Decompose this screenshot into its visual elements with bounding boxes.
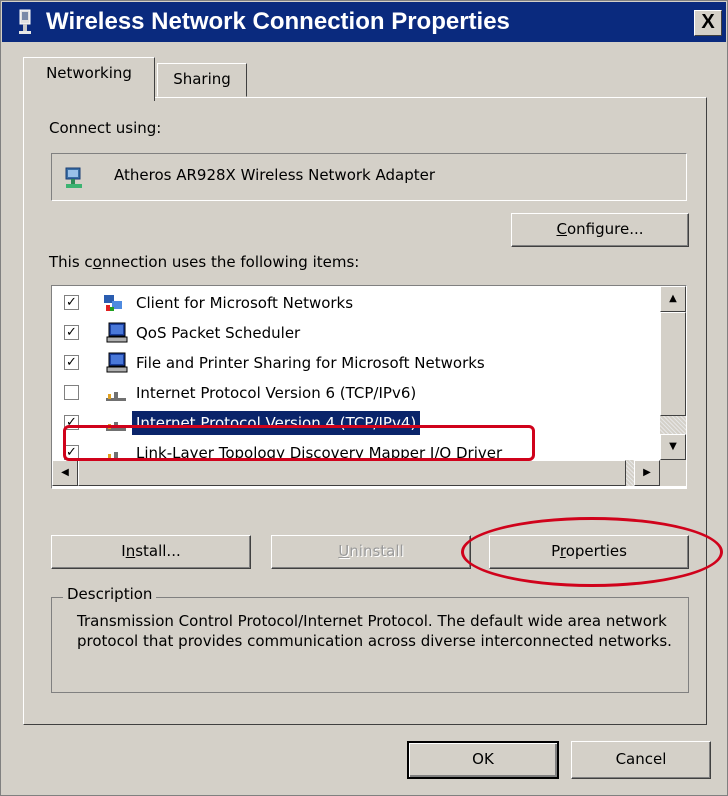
cancel-button[interactable]: Cancel bbox=[571, 741, 711, 779]
item-label: Internet Protocol Version 4 (TCP/IPv4) bbox=[132, 411, 421, 435]
scroll-corner bbox=[660, 460, 686, 486]
item-checkbox[interactable] bbox=[64, 385, 79, 400]
item-checkbox[interactable]: ✓ bbox=[64, 295, 79, 310]
arrow-left-icon: ◀ bbox=[61, 467, 69, 478]
scroll-up-button[interactable]: ▲ bbox=[660, 286, 686, 312]
close-icon: X bbox=[701, 11, 715, 33]
items-label: This connection uses the following items… bbox=[49, 253, 359, 271]
tab-sharing-label: Sharing bbox=[173, 70, 231, 88]
item-label: QoS Packet Scheduler bbox=[136, 324, 301, 342]
configure-accesskey: C bbox=[556, 220, 567, 238]
tab-networking-label: Networking bbox=[46, 64, 132, 82]
window-title: Wireless Network Connection Properties bbox=[46, 8, 510, 35]
list-item-selected[interactable]: ✓ Internet Protocol Version 4 (TCP/IPv4) bbox=[52, 408, 660, 438]
properties-dialog: Wireless Network Connection Properties X… bbox=[0, 0, 728, 796]
uninstall-accesskey: U bbox=[338, 542, 350, 560]
properties-label-post: operties bbox=[565, 542, 627, 560]
description-text: Transmission Control Protocol/Internet P… bbox=[77, 612, 672, 650]
network-adapter-icon bbox=[64, 166, 86, 194]
items-label-post: nnection uses the following items: bbox=[101, 253, 360, 271]
title-bar[interactable]: Wireless Network Connection Properties X bbox=[2, 2, 726, 42]
arrow-up-icon: ▲ bbox=[669, 293, 677, 304]
arrow-right-icon: ▶ bbox=[643, 467, 651, 478]
list-item[interactable]: ✓ QoS Packet Scheduler bbox=[52, 318, 660, 348]
properties-button[interactable]: Properties bbox=[489, 535, 689, 569]
hscroll-thumb[interactable] bbox=[78, 460, 626, 486]
item-checkbox[interactable]: ✓ bbox=[64, 445, 79, 460]
ok-button[interactable]: OK bbox=[407, 741, 559, 779]
scroll-left-button[interactable]: ◀ bbox=[52, 460, 78, 486]
vertical-scrollbar[interactable]: ▲ ▼ bbox=[660, 286, 686, 460]
install-button[interactable]: Install... bbox=[51, 535, 251, 569]
configure-button[interactable]: Configure... bbox=[511, 213, 689, 247]
item-checkbox[interactable]: ✓ bbox=[64, 325, 79, 340]
connect-using-label: Connect using: bbox=[49, 119, 162, 137]
cancel-label: Cancel bbox=[615, 750, 667, 768]
arrow-down-icon: ▼ bbox=[669, 441, 677, 452]
item-checkbox[interactable]: ✓ bbox=[64, 355, 79, 370]
scroll-right-button[interactable]: ▶ bbox=[634, 460, 660, 486]
uninstall-button[interactable]: Uninstall bbox=[271, 535, 471, 569]
items-label-pre: This c bbox=[49, 253, 93, 271]
adapter-name: Atheros AR928X Wireless Network Adapter bbox=[114, 166, 436, 184]
install-accesskey: n bbox=[125, 542, 136, 560]
horizontal-scrollbar[interactable]: ◀ ▶ bbox=[52, 460, 660, 486]
configure-label: onfigure... bbox=[566, 220, 644, 238]
description-title: Description bbox=[63, 585, 157, 603]
list-item[interactable]: ✓ File and Printer Sharing for Microsoft… bbox=[52, 348, 660, 378]
scroll-down-button[interactable]: ▼ bbox=[660, 434, 686, 460]
items-label-accesskey: o bbox=[92, 253, 102, 271]
items-list[interactable]: ✓ Client for Microsoft Networks ✓ QoS Pa… bbox=[51, 285, 687, 489]
item-checkbox[interactable]: ✓ bbox=[64, 415, 79, 430]
tab-sharing[interactable]: Sharing bbox=[157, 63, 247, 97]
tab-networking[interactable]: Networking bbox=[23, 57, 155, 101]
install-label-post: stall... bbox=[135, 542, 181, 560]
item-label: Client for Microsoft Networks bbox=[136, 294, 354, 312]
close-button[interactable]: X bbox=[694, 10, 722, 36]
list-item[interactable]: ✓ Client for Microsoft Networks bbox=[52, 288, 660, 318]
adapter-field: Atheros AR928X Wireless Network Adapter bbox=[51, 153, 687, 201]
properties-label-pre: P bbox=[551, 542, 560, 560]
item-label: Internet Protocol Version 6 (TCP/IPv6) bbox=[136, 384, 417, 402]
uninstall-label: ninstall bbox=[349, 542, 404, 560]
scroll-thumb[interactable] bbox=[660, 312, 686, 416]
ok-label: OK bbox=[472, 750, 494, 768]
list-item[interactable]: Internet Protocol Version 6 (TCP/IPv6) bbox=[52, 378, 660, 408]
item-label: File and Printer Sharing for Microsoft N… bbox=[136, 354, 485, 372]
network-connection-icon bbox=[16, 9, 34, 39]
